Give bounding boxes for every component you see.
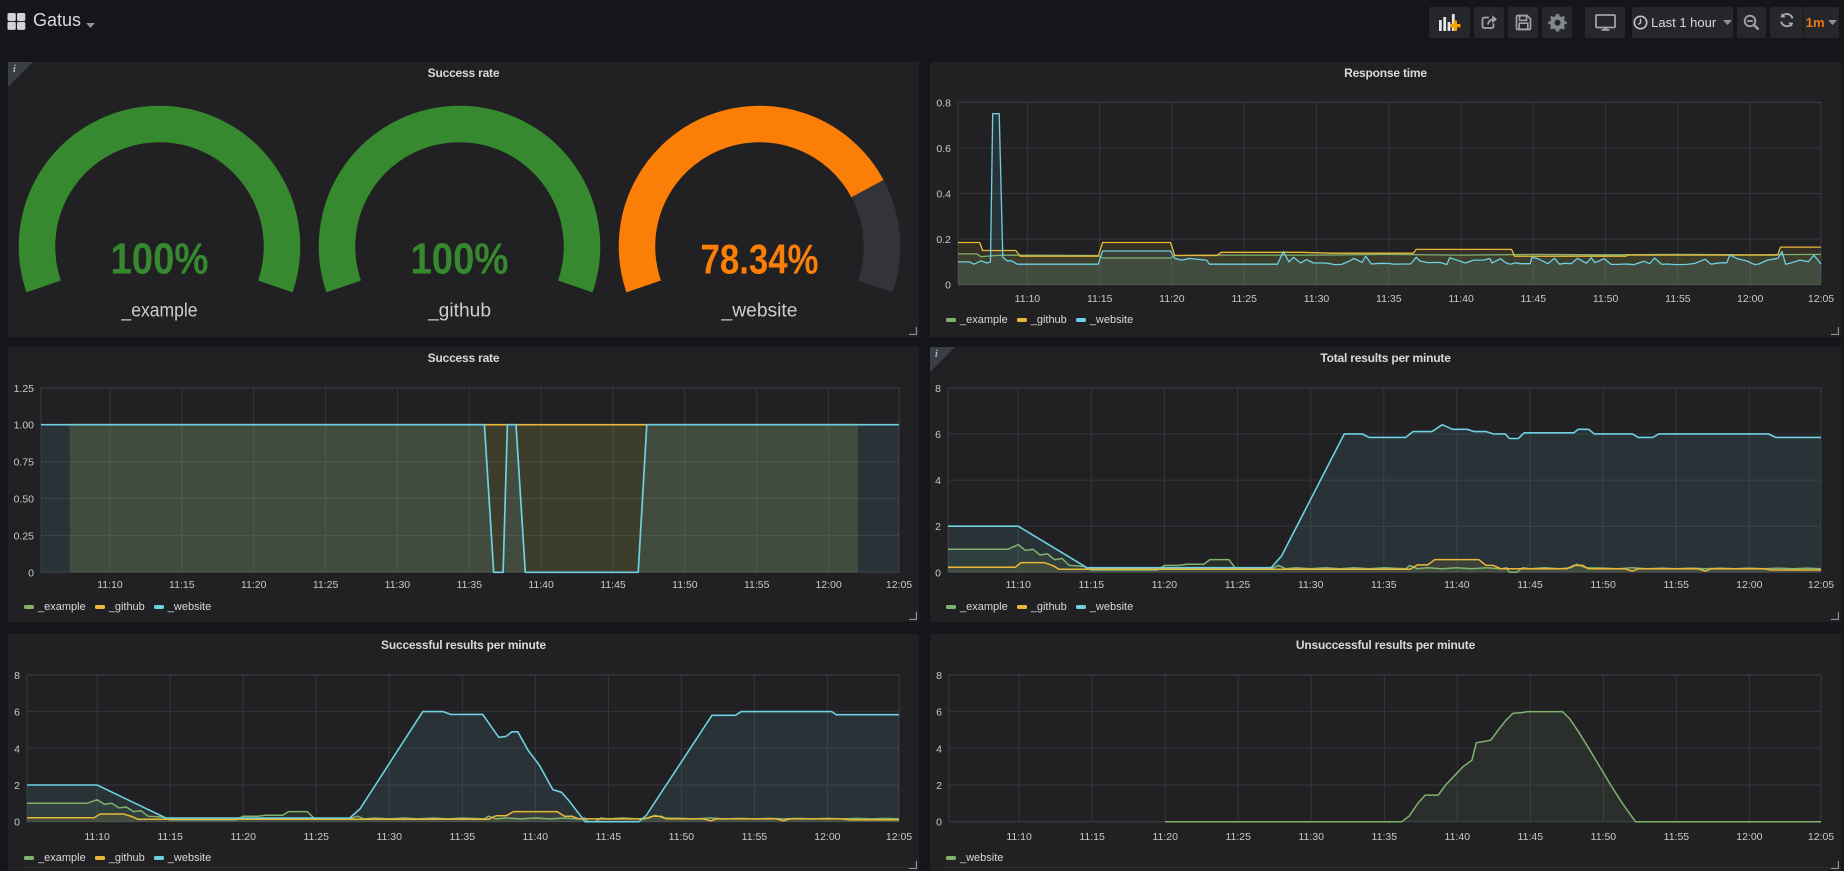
svg-text:11:50: 11:50 xyxy=(672,579,698,591)
svg-text:11:10: 11:10 xyxy=(1015,293,1041,305)
svg-text:12:00: 12:00 xyxy=(1736,579,1762,591)
svg-text:1.00: 1.00 xyxy=(14,420,35,432)
svg-text:11:20: 11:20 xyxy=(241,579,267,591)
svg-text:11:25: 11:25 xyxy=(313,579,339,591)
svg-text:11:40: 11:40 xyxy=(523,831,549,843)
svg-text:11:20: 11:20 xyxy=(230,831,256,843)
svg-text:11:35: 11:35 xyxy=(1371,579,1397,591)
svg-text:11:15: 11:15 xyxy=(1087,293,1113,305)
svg-text:12:00: 12:00 xyxy=(1736,831,1762,843)
svg-text:11:45: 11:45 xyxy=(1521,293,1547,305)
svg-text:0: 0 xyxy=(28,567,34,579)
svg-text:1.25: 1.25 xyxy=(14,383,35,395)
svg-text:11:40: 11:40 xyxy=(1445,831,1471,843)
svg-text:12:00: 12:00 xyxy=(814,831,840,843)
svg-text:11:15: 11:15 xyxy=(157,831,183,843)
svg-text:11:50: 11:50 xyxy=(1590,579,1616,591)
svg-text:11:30: 11:30 xyxy=(385,579,411,591)
svg-text:0: 0 xyxy=(14,817,20,829)
svg-text:11:10: 11:10 xyxy=(97,579,123,591)
svg-text:4: 4 xyxy=(14,743,20,755)
svg-text:12:05: 12:05 xyxy=(1808,293,1834,305)
svg-text:0: 0 xyxy=(935,567,941,579)
svg-text:8: 8 xyxy=(935,383,941,395)
svg-text:11:20: 11:20 xyxy=(1159,293,1185,305)
svg-text:11:50: 11:50 xyxy=(1591,831,1617,843)
svg-text:11:55: 11:55 xyxy=(1663,579,1689,591)
svg-text:78.34%: 78.34% xyxy=(701,236,819,283)
svg-text:8: 8 xyxy=(936,670,942,682)
svg-text:11:45: 11:45 xyxy=(1518,831,1544,843)
svg-text:0.6: 0.6 xyxy=(936,143,951,155)
svg-text:6: 6 xyxy=(936,707,942,719)
svg-text:11:35: 11:35 xyxy=(457,579,483,591)
svg-text:0.75: 0.75 xyxy=(14,457,35,469)
svg-text:11:10: 11:10 xyxy=(1005,579,1031,591)
svg-text:12:05: 12:05 xyxy=(886,831,912,843)
svg-text:11:55: 11:55 xyxy=(744,579,770,591)
svg-text:12:00: 12:00 xyxy=(815,579,841,591)
svg-text:2: 2 xyxy=(936,780,942,792)
svg-text:11:55: 11:55 xyxy=(1664,831,1690,843)
svg-text:12:05: 12:05 xyxy=(1808,831,1834,843)
svg-text:2: 2 xyxy=(935,521,941,533)
svg-text:8: 8 xyxy=(14,670,20,682)
svg-text:6: 6 xyxy=(935,429,941,441)
svg-text:2: 2 xyxy=(14,780,20,792)
svg-text:4: 4 xyxy=(935,475,941,487)
svg-text:100%: 100% xyxy=(111,235,209,284)
svg-text:11:45: 11:45 xyxy=(596,831,622,843)
svg-text:11:35: 11:35 xyxy=(1376,293,1402,305)
svg-text:11:55: 11:55 xyxy=(1665,293,1691,305)
svg-text:0.50: 0.50 xyxy=(14,494,35,506)
svg-text:11:20: 11:20 xyxy=(1152,579,1178,591)
svg-text:11:30: 11:30 xyxy=(1298,831,1324,843)
svg-text:11:50: 11:50 xyxy=(1593,293,1619,305)
svg-text:11:25: 11:25 xyxy=(1225,579,1251,591)
svg-text:11:35: 11:35 xyxy=(450,831,476,843)
svg-text:0.25: 0.25 xyxy=(14,530,35,542)
svg-text:12:05: 12:05 xyxy=(886,579,912,591)
svg-text:11:30: 11:30 xyxy=(1298,579,1324,591)
svg-text:11:55: 11:55 xyxy=(742,831,768,843)
svg-text:11:45: 11:45 xyxy=(1517,579,1543,591)
svg-text:_website: _website xyxy=(720,301,797,322)
svg-text:11:25: 11:25 xyxy=(303,831,329,843)
svg-text:100%: 100% xyxy=(411,235,509,284)
svg-text:_github: _github xyxy=(427,301,491,322)
svg-text:12:00: 12:00 xyxy=(1737,293,1763,305)
svg-text:_example: _example xyxy=(121,301,198,322)
svg-text:11:25: 11:25 xyxy=(1231,293,1257,305)
svg-text:11:40: 11:40 xyxy=(528,579,554,591)
svg-text:11:40: 11:40 xyxy=(1444,579,1470,591)
svg-text:12:05: 12:05 xyxy=(1808,579,1834,591)
svg-text:11:40: 11:40 xyxy=(1448,293,1474,305)
svg-text:11:50: 11:50 xyxy=(669,831,695,843)
svg-text:11:15: 11:15 xyxy=(1079,831,1105,843)
svg-text:0: 0 xyxy=(945,280,951,292)
svg-text:11:10: 11:10 xyxy=(84,831,110,843)
svg-text:6: 6 xyxy=(14,707,20,719)
svg-text:0.2: 0.2 xyxy=(936,234,951,246)
svg-text:11:35: 11:35 xyxy=(1372,831,1398,843)
svg-text:11:15: 11:15 xyxy=(1079,579,1105,591)
svg-text:11:10: 11:10 xyxy=(1006,831,1032,843)
svg-text:0.4: 0.4 xyxy=(936,189,951,201)
svg-text:11:15: 11:15 xyxy=(169,579,195,591)
svg-text:4: 4 xyxy=(936,743,942,755)
svg-text:0.8: 0.8 xyxy=(936,97,951,109)
svg-text:11:30: 11:30 xyxy=(1304,293,1330,305)
svg-text:11:25: 11:25 xyxy=(1225,831,1251,843)
svg-text:11:30: 11:30 xyxy=(376,831,402,843)
svg-text:11:45: 11:45 xyxy=(600,579,626,591)
svg-text:11:20: 11:20 xyxy=(1152,831,1178,843)
svg-text:0: 0 xyxy=(936,817,942,829)
